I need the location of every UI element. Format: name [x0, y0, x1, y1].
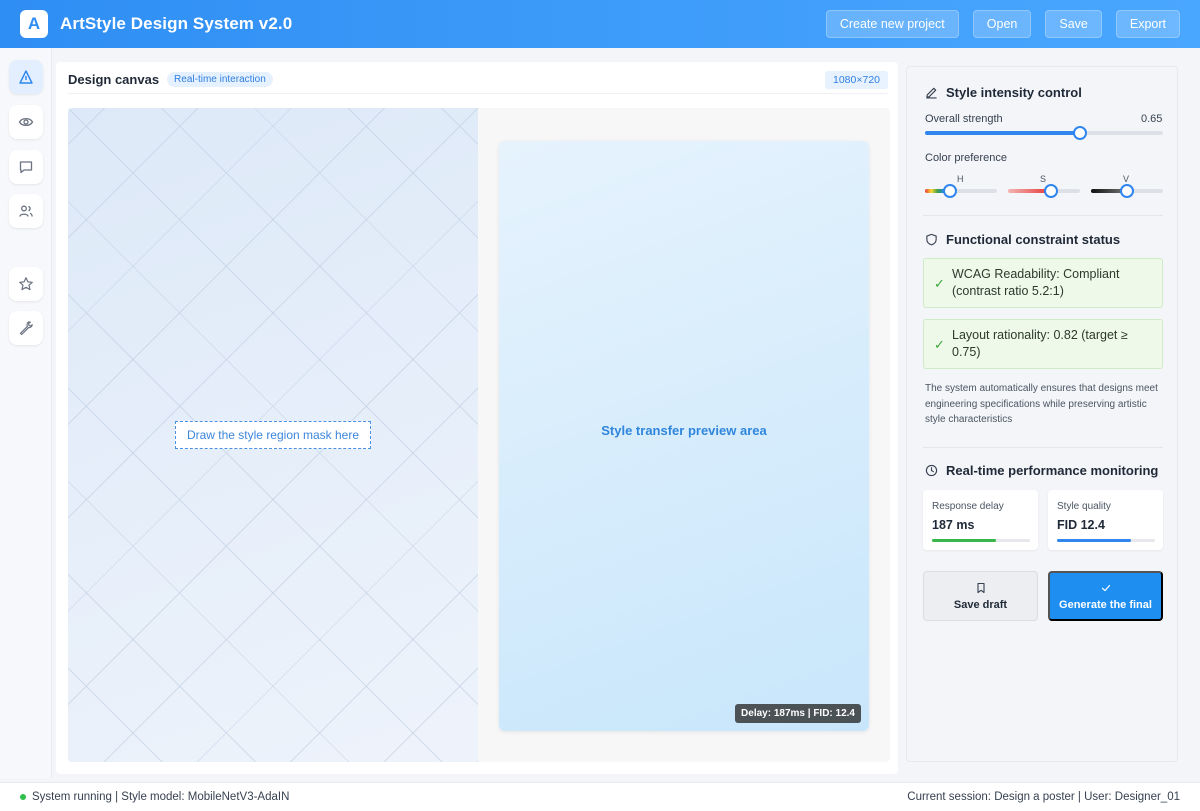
generate-final-button[interactable]: Generate the final	[1048, 571, 1163, 621]
metric-label: Style quality	[1057, 501, 1111, 512]
triangle-icon	[19, 70, 33, 84]
section-divider	[923, 447, 1163, 448]
metric-value: 187 ms	[932, 518, 975, 532]
layout-status-text: Layout rationality: 0.82 (target ≥ 0.75)	[952, 328, 1128, 359]
export-button[interactable]: Export	[1115, 10, 1180, 38]
open-button[interactable]: Open	[972, 10, 1032, 38]
app-title: ArtStyle Design System v2.0	[60, 14, 293, 33]
value-slider-thumb[interactable]	[1120, 184, 1134, 198]
value-label: V	[1123, 174, 1130, 184]
session-info: Current session: Design a poster | User:…	[907, 791, 1180, 803]
check-icon: ✓	[934, 276, 945, 291]
saturation-label: S	[1040, 174, 1047, 184]
style-section-title: Style intensity control	[925, 85, 1082, 100]
bookmark-icon	[976, 582, 985, 593]
rail-item-design[interactable]	[9, 60, 43, 94]
mask-hint: Draw the style region mask here	[175, 421, 371, 449]
layout-status: ✓ Layout rationality: 0.82 (target ≥ 0.7…	[923, 319, 1163, 369]
save-draft-button[interactable]: Save draft	[923, 571, 1038, 621]
metric-bar	[1057, 539, 1155, 542]
saturation-slider[interactable]	[1008, 184, 1080, 198]
canvas-header: Design canvas Real-time interaction 1080…	[68, 66, 888, 94]
constraints-note: The system automatically ensures that de…	[925, 383, 1158, 425]
metric-bar-fill	[1057, 539, 1131, 542]
rail-item-comments[interactable]	[9, 150, 43, 184]
star-icon	[19, 277, 33, 291]
style-preview-pane: Style transfer preview area Delay: 187ms…	[499, 141, 869, 731]
rail-item-tools[interactable]	[9, 311, 43, 345]
save-draft-label: Save draft	[953, 598, 1008, 611]
app-logo: A	[20, 10, 48, 38]
status-dot-icon	[20, 794, 26, 800]
check-icon: ✓	[934, 337, 945, 352]
pencil-icon	[926, 87, 937, 99]
strength-label: Overall strength	[925, 113, 1003, 125]
rail-item-favorites[interactable]	[9, 267, 43, 301]
hue-label: H	[957, 174, 964, 184]
header-actions: Create new project Open Save Export	[825, 10, 1180, 38]
strength-slider-fill	[925, 131, 1080, 135]
metric-bar	[932, 539, 1030, 542]
style-quality-metric: Style quality FID 12.4	[1048, 490, 1163, 550]
strength-slider[interactable]	[925, 126, 1163, 140]
chat-icon	[19, 161, 33, 174]
hue-slider-thumb[interactable]	[943, 184, 958, 198]
system-status: System running | Style model: MobileNetV…	[32, 791, 290, 803]
save-button[interactable]: Save	[1045, 10, 1102, 38]
preview-label: Style transfer preview area	[601, 423, 767, 438]
performance-title-text: Real-time performance monitoring	[946, 463, 1159, 478]
style-title-text: Style intensity control	[946, 85, 1082, 100]
app-header: A ArtStyle Design System v2.0 Create new…	[0, 0, 1200, 48]
metric-value: FID 12.4	[1057, 518, 1105, 532]
color-preference-label: Color preference	[925, 152, 1007, 164]
tool-rail	[0, 48, 52, 778]
design-canvas-panel: Design canvas Real-time interaction 1080…	[56, 62, 898, 774]
rail-item-collaborators[interactable]	[9, 194, 43, 228]
metric-label: Response delay	[932, 501, 1004, 512]
wcag-status: ✓ WCAG Readability: Compliant (contrast …	[923, 258, 1163, 308]
canvas-area: Draw the style region mask here Style tr…	[68, 108, 890, 762]
wrench-icon	[19, 321, 33, 336]
status-bar: System running | Style model: MobileNetV…	[0, 782, 1200, 811]
create-project-button[interactable]: Create new project	[825, 10, 959, 38]
rail-item-preview[interactable]	[9, 105, 43, 139]
value-slider[interactable]	[1091, 184, 1163, 198]
mask-drawing-pane[interactable]: Draw the style region mask here	[68, 108, 478, 762]
check-icon	[1101, 584, 1110, 591]
constraints-section-title: Functional constraint status	[925, 232, 1120, 247]
clock-icon	[925, 464, 938, 477]
strength-value: 0.65	[1141, 113, 1163, 125]
saturation-slider-thumb[interactable]	[1044, 184, 1059, 198]
eye-icon	[18, 117, 34, 127]
control-sidebar: Style intensity control Overall strength…	[906, 66, 1178, 762]
metric-bar-fill	[932, 539, 996, 542]
constraints-title-text: Functional constraint status	[946, 232, 1121, 247]
strength-slider-thumb[interactable]	[1072, 126, 1087, 140]
canvas-size-chip[interactable]: 1080×720	[824, 70, 888, 89]
users-icon	[19, 205, 33, 217]
hue-slider[interactable]	[925, 184, 997, 198]
shield-icon	[926, 233, 937, 246]
response-delay-metric: Response delay 187 ms	[923, 490, 1038, 550]
wcag-status-text: WCAG Readability: Compliant (contrast ra…	[952, 267, 1120, 298]
performance-section-title: Real-time performance monitoring	[925, 463, 1158, 478]
canvas-title: Design canvas	[68, 72, 160, 87]
preview-performance-tag: Delay: 187ms | FID: 12.4	[735, 704, 861, 723]
section-divider	[923, 215, 1163, 216]
realtime-badge: Real-time interaction	[167, 72, 273, 87]
generate-final-label: Generate the final	[1059, 598, 1152, 611]
